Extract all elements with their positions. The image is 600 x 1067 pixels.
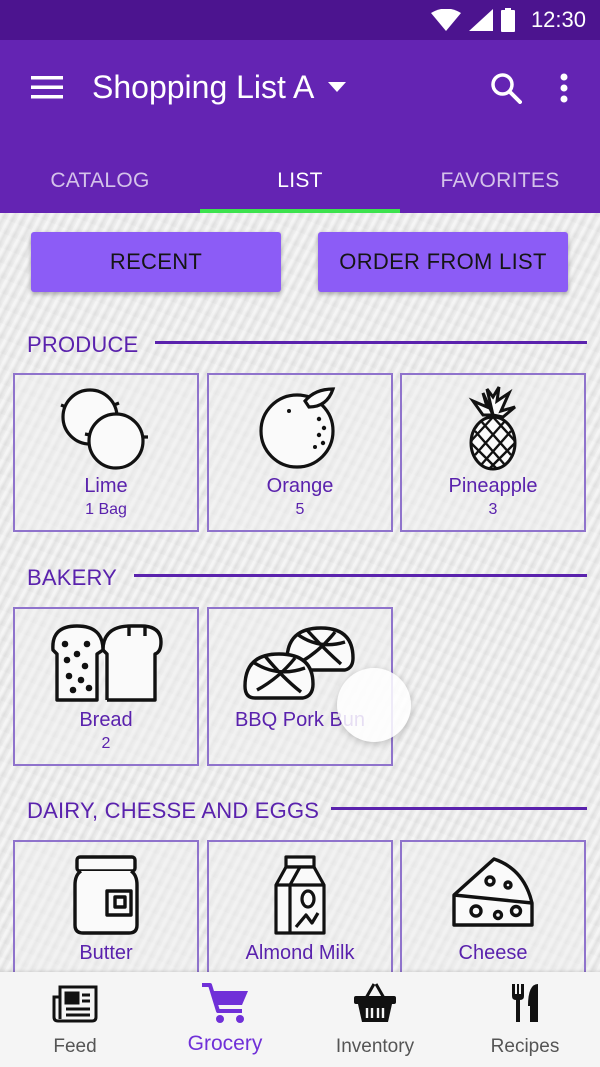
status-time: 12:30 xyxy=(530,7,586,32)
page-title: Shopping List A xyxy=(92,68,315,105)
nav-item-recipes[interactable]: Recipes xyxy=(450,972,600,1067)
lime-icon xyxy=(60,388,148,470)
menu-button[interactable] xyxy=(22,66,72,108)
item-quantity: 5 xyxy=(295,501,305,518)
item-card-cheese[interactable]: Cheese xyxy=(400,840,586,972)
item-quantity: 1 Bag xyxy=(85,501,127,518)
item-name: Orange xyxy=(266,475,334,497)
nav-label: Feed xyxy=(53,1036,97,1057)
app-bar: Shopping List A CATALOG LIST FAVORITES xyxy=(0,40,600,213)
pineapple-icon xyxy=(468,386,517,471)
section-title-produce: PRODUCE xyxy=(27,332,139,357)
more-options-button[interactable] xyxy=(542,64,586,112)
nav-label: Recipes xyxy=(490,1036,560,1057)
wifi-icon xyxy=(430,9,461,31)
nav-label: Grocery xyxy=(187,1032,263,1055)
dropdown-arrow-icon xyxy=(328,82,347,92)
status-bar: 12:30 xyxy=(0,0,600,40)
item-name: Butter xyxy=(79,942,133,964)
cellular-signal-icon xyxy=(468,9,493,31)
nav-item-inventory[interactable]: Inventory xyxy=(300,972,450,1067)
nav-item-feed[interactable]: Feed xyxy=(0,972,150,1067)
status-icons: 12:30 xyxy=(430,6,586,34)
tab-catalog[interactable]: CATALOG xyxy=(0,148,200,213)
item-quantity: 3 xyxy=(488,501,498,518)
item-name: Lime xyxy=(84,475,128,497)
bottom-navigation: Feed Grocery Inventory Recipes xyxy=(0,972,600,1067)
item-quantity: 2 xyxy=(101,735,111,752)
touch-ripple xyxy=(337,668,411,742)
newspaper-icon xyxy=(52,985,98,1023)
tab-favorites[interactable]: FAVORITES xyxy=(400,148,600,213)
nav-label: Inventory xyxy=(335,1036,415,1057)
hamburger-menu-icon xyxy=(31,76,63,99)
item-name: Cheese xyxy=(458,942,528,964)
search-button[interactable] xyxy=(482,64,530,112)
item-card-pineapple[interactable]: Pineapple 3 xyxy=(400,373,586,532)
shopping-cart-icon xyxy=(202,983,248,1023)
list-selector[interactable]: Shopping List A xyxy=(92,64,347,110)
item-name: Pineapple xyxy=(448,475,538,497)
orange-icon xyxy=(259,387,336,469)
section-divider xyxy=(155,341,587,344)
section-title-dairy: DAIRY, CHESSE AND EGGS xyxy=(27,798,320,823)
tab-bar: CATALOG LIST FAVORITES xyxy=(0,148,600,213)
item-card-orange[interactable]: Orange 5 xyxy=(207,373,393,532)
section-divider xyxy=(134,574,587,577)
item-name: Almond Milk xyxy=(245,942,355,964)
basket-icon xyxy=(354,983,396,1022)
section-divider xyxy=(331,807,587,810)
item-card-almond-milk[interactable]: Almond Milk xyxy=(207,840,393,972)
item-card-bread[interactable]: Bread 2 xyxy=(13,607,199,766)
search-icon xyxy=(491,73,522,104)
tab-list[interactable]: LIST xyxy=(200,148,400,213)
list-content[interactable]: RECENT ORDER FROM LIST PRODUCE Lime 1 Ba… xyxy=(0,213,600,972)
more-vert-icon xyxy=(560,73,568,103)
milk-carton-icon xyxy=(274,855,326,935)
bread-icon xyxy=(51,624,163,702)
item-card-lime[interactable]: Lime 1 Bag xyxy=(13,373,199,532)
recent-button[interactable]: RECENT xyxy=(31,232,281,292)
fork-knife-icon xyxy=(512,984,538,1022)
butter-jar-icon xyxy=(73,855,139,935)
battery-icon xyxy=(500,8,515,32)
nav-item-grocery[interactable]: Grocery xyxy=(150,972,300,1067)
item-name: Bread xyxy=(79,709,133,731)
cheese-icon xyxy=(452,857,534,927)
order-from-list-button[interactable]: ORDER FROM LIST xyxy=(318,232,568,292)
item-card-butter[interactable]: Butter xyxy=(13,840,199,972)
section-title-bakery: BAKERY xyxy=(27,565,118,590)
